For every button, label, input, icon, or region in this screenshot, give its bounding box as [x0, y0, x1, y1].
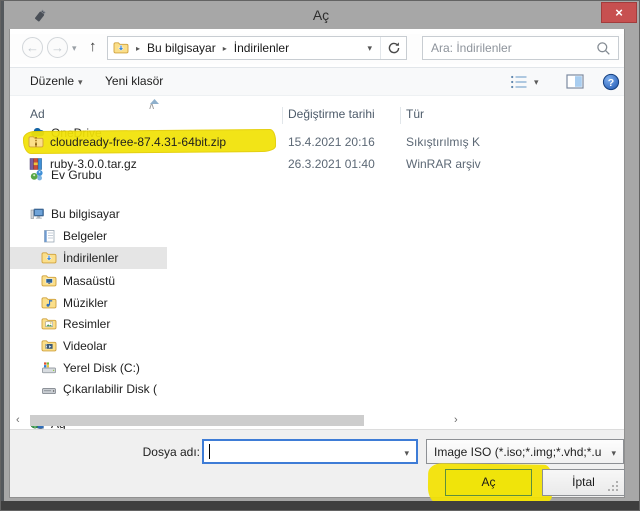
filename-combobox[interactable]: ▾	[202, 439, 418, 464]
sidebar-item-desktop[interactable]: Masaüstü	[10, 270, 167, 292]
sidebar-item-label: Masaüstü	[63, 274, 116, 288]
pictures-folder-icon	[41, 318, 57, 330]
file-date: 26.3.2021 01:40	[288, 157, 375, 171]
column-header-name[interactable]: Ad	[30, 107, 45, 121]
window-bottom-edge	[1, 501, 639, 510]
scrollbar-thumb[interactable]	[30, 415, 364, 426]
svg-text:?: ?	[608, 77, 614, 89]
horizontal-scrollbar[interactable]: ‹ ›	[10, 413, 467, 428]
close-button[interactable]: ×	[601, 2, 637, 23]
command-toolbar: Düzenle ▾ Yeni klasör ▾ ?	[10, 67, 624, 96]
file-name: cloudready-free-87.4.31-64bit.zip	[50, 135, 227, 149]
file-row-ruby-targz[interactable]: ruby-3.0.0.tar.gz 26.3.2021 01:40 WinRAR…	[10, 153, 510, 175]
removable-disk-icon	[42, 388, 56, 395]
file-date: 15.4.2021 20:16	[288, 135, 375, 149]
sidebar-item-music[interactable]: Müzikler	[10, 292, 167, 314]
breadcrumb-separator-icon: ▸	[222, 43, 227, 53]
column-separator[interactable]	[282, 107, 283, 124]
resize-grip[interactable]	[606, 479, 620, 493]
filetype-value: Image ISO (*.iso;*.img;*.vhd;*.u	[434, 444, 602, 459]
column-headers: Ad Değiştirme tarihi Tür	[10, 99, 467, 126]
back-button[interactable]: ←	[22, 37, 43, 58]
filetype-dropdown-icon: ▾	[611, 448, 616, 458]
sidebar-item-label: Resimler	[63, 317, 111, 331]
sidebar-item-downloads[interactable]: İndirilenler	[10, 247, 167, 269]
filename-input[interactable]	[204, 441, 416, 462]
open-button[interactable]: Aç	[445, 469, 532, 496]
titlebar[interactable]: Aç ×	[1, 1, 639, 29]
documents-icon	[44, 230, 55, 243]
main-area: ∧ ∨ OneDrive Ev Grubu	[10, 97, 624, 429]
downloads-folder-icon	[41, 252, 57, 264]
sidebar-item-label: Çıkarılabilir Disk (	[63, 382, 158, 396]
breadcrumb[interactable]: ▸ Bu bilgisayar ▸ İndirilenler ▾	[107, 36, 407, 60]
search-input[interactable]	[423, 41, 596, 55]
computer-icon	[30, 208, 44, 219]
forward-button[interactable]: →	[47, 37, 68, 58]
column-header-type[interactable]: Tür	[406, 107, 424, 121]
new-folder-button[interactable]: Yeni klasör	[105, 74, 163, 88]
dialog-body: ← → ▾ ↑ ▸ Bu bilgisayar ▸ İndirilenler ▾	[9, 29, 625, 509]
desktop-folder-icon	[41, 275, 57, 287]
sidebar-item-local-disk-c[interactable]: Yerel Disk (C:)	[10, 357, 167, 379]
refresh-icon	[388, 42, 399, 54]
address-dropdown-icon[interactable]: ▾	[359, 43, 380, 54]
up-button[interactable]: ↑	[89, 38, 97, 55]
organize-label: Düzenle	[30, 74, 75, 88]
sidebar-item-label: Müzikler	[63, 296, 108, 310]
file-name: ruby-3.0.0.tar.gz	[50, 157, 137, 171]
zip-archive-icon	[28, 136, 44, 148]
scroll-right-arrow[interactable]: ›	[454, 414, 458, 426]
breadcrumb-separator-icon: ▸	[136, 43, 141, 53]
filetype-dropdown[interactable]: Image ISO (*.iso;*.img;*.vhd;*.u ▾	[426, 439, 624, 464]
file-type: WinRAR arşiv	[406, 157, 481, 171]
search-box[interactable]	[422, 36, 619, 60]
open-dialog-window: Aç × ← → ▾ ↑ ▸ Bu bilgisayar ▸ İndirilen…	[0, 0, 640, 511]
organize-menu-button[interactable]: Düzenle ▾	[30, 74, 83, 88]
text-caret	[209, 444, 210, 459]
view-dropdown-icon[interactable]: ▾	[534, 77, 539, 88]
breadcrumb-segment-this-pc[interactable]: Bu bilgisayar	[147, 41, 216, 55]
preview-pane-icon[interactable]	[566, 73, 584, 90]
column-header-date[interactable]: Değiştirme tarihi	[288, 107, 375, 121]
filename-label: Dosya adı:	[142, 445, 200, 459]
help-icon[interactable]: ?	[602, 73, 620, 91]
history-dropdown-icon[interactable]: ▾	[72, 43, 77, 54]
sidebar-item-label: Bu bilgisayar	[51, 207, 120, 221]
videos-folder-icon	[41, 340, 57, 352]
column-separator[interactable]	[400, 107, 401, 124]
breadcrumb-segment-downloads[interactable]: İndirilenler	[234, 41, 289, 55]
sidebar-item-pictures[interactable]: Resimler	[10, 313, 167, 335]
refresh-button[interactable]	[380, 37, 406, 59]
sidebar-item-documents[interactable]: Belgeler	[10, 225, 167, 247]
filename-dropdown-icon[interactable]: ▾	[404, 448, 409, 459]
dialog-footer: Dosya adı: ▾ Image ISO (*.iso;*.img;*.vh…	[10, 429, 625, 509]
current-folder-icon	[113, 42, 129, 54]
sidebar-item-label: Belgeler	[63, 229, 108, 243]
local-disk-icon	[42, 362, 56, 374]
file-type: Sıkıştırılmış K	[406, 135, 481, 149]
view-mode-icon[interactable]	[510, 74, 528, 90]
sidebar-item-removable-disk[interactable]: Çıkarılabilir Disk (	[10, 378, 167, 400]
window-title: Aç	[312, 7, 330, 23]
scroll-left-arrow[interactable]: ‹	[16, 414, 20, 426]
sidebar-item-this-pc[interactable]: Bu bilgisayar	[10, 203, 167, 225]
sidebar-item-label: Videolar	[63, 339, 107, 353]
navigation-bar: ← → ▾ ↑ ▸ Bu bilgisayar ▸ İndirilenler ▾	[10, 34, 624, 64]
winrar-archive-icon	[29, 158, 42, 170]
sidebar-item-videos[interactable]: Videolar	[10, 335, 167, 357]
sidebar-item-label: İndirilenler	[63, 251, 119, 265]
window-left-edge	[1, 1, 4, 510]
sort-ascending-icon	[150, 99, 159, 104]
chevron-down-icon: ▾	[78, 77, 83, 87]
sidebar-item-label: Yerel Disk (C:)	[63, 361, 140, 375]
search-icon[interactable]	[596, 41, 611, 56]
music-folder-icon	[41, 297, 57, 309]
